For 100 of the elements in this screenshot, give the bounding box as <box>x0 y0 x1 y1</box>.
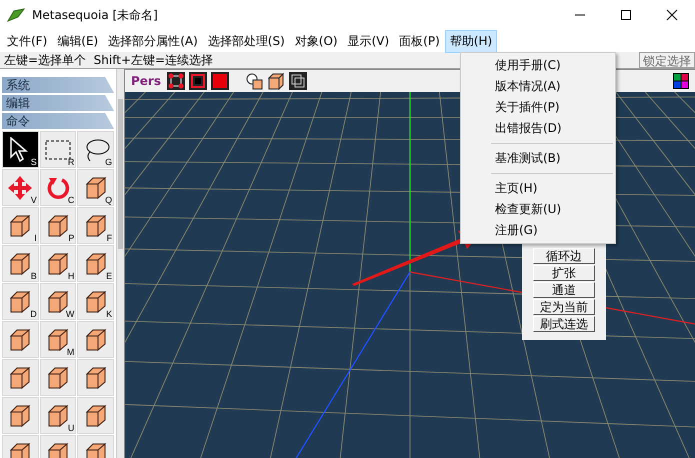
menu-item[interactable]: 使用手册(C) <box>461 55 615 76</box>
menu-item[interactable]: 选择部分属性(A) <box>103 30 203 52</box>
vertex-frame-icon[interactable] <box>167 72 185 90</box>
command-button[interactable]: 通道 <box>533 282 595 298</box>
menu-item[interactable]: 面板(P) <box>394 30 445 52</box>
shapes-icon[interactable] <box>245 72 263 90</box>
tool-button[interactable] <box>2 359 39 396</box>
menu-item[interactable]: 显示(V) <box>342 30 394 52</box>
section-header[interactable]: 编辑 <box>2 95 114 111</box>
menu-item[interactable]: 基准测试(B) <box>461 148 615 169</box>
hint-text: 左键=选择单个 Shift+左键=连续选择 <box>3 52 214 68</box>
cube-icon[interactable] <box>267 72 285 90</box>
section-header[interactable]: 系统 <box>2 77 114 93</box>
tool-button[interactable]: B <box>2 245 39 282</box>
tool-button[interactable]: H <box>40 245 76 282</box>
menu-item[interactable]: 对象(O) <box>290 30 343 52</box>
dashed-rectangle-icon <box>45 140 72 160</box>
shortcut-key: D <box>30 309 37 319</box>
shortcut-key: F <box>106 233 112 243</box>
shortcut-key: U <box>68 423 74 433</box>
block-icon <box>8 442 32 458</box>
maximize-icon <box>620 9 632 21</box>
tool-button[interactable] <box>2 397 39 434</box>
tool-button[interactable]: K <box>77 283 114 320</box>
shortcut-key: Q <box>105 195 112 205</box>
menu-item[interactable]: 出错报告(D) <box>461 118 615 139</box>
leaf-icon <box>6 7 26 23</box>
block-icon <box>8 328 32 350</box>
tool-button[interactable]: W <box>40 283 76 320</box>
tool-button[interactable]: C <box>40 169 76 206</box>
edge-frame-icon[interactable] <box>189 72 207 90</box>
close-icon <box>666 9 678 21</box>
tool-button[interactable]: P <box>40 207 76 244</box>
block-icon <box>46 328 70 350</box>
menu-item[interactable]: 注册(G) <box>461 220 615 241</box>
menu-item[interactable]: 帮助(H) <box>444 30 498 52</box>
block-icon <box>8 214 32 236</box>
menu-item[interactable]: 版本情况(A) <box>461 76 615 97</box>
block-icon <box>84 214 108 236</box>
tool-button[interactable]: U <box>40 397 76 434</box>
tool-button[interactable]: G <box>77 131 114 168</box>
tool-button[interactable]: Q <box>77 169 114 206</box>
block-icon <box>84 442 108 458</box>
tool-button[interactable]: D <box>2 283 39 320</box>
face-icon[interactable] <box>211 72 229 90</box>
shortcut-key: E <box>106 271 112 281</box>
tool-button[interactable] <box>77 397 114 434</box>
block-icon <box>8 252 32 274</box>
block-icon <box>84 290 108 312</box>
layers-icon[interactable] <box>289 72 307 90</box>
scrollbar[interactable] <box>116 69 124 458</box>
block-icon <box>84 176 108 198</box>
shortcut-key: P <box>68 233 74 243</box>
shortcut-key: W <box>66 309 74 319</box>
shortcut-key: S <box>30 157 37 167</box>
command-button[interactable]: 定为当前 <box>533 299 595 315</box>
shortcut-key: C <box>68 195 74 205</box>
tool-button[interactable] <box>77 359 114 396</box>
block-icon <box>46 252 70 274</box>
menu-item[interactable]: 主页(H) <box>461 178 615 199</box>
menu-item[interactable]: 选择部处理(S) <box>202 30 290 52</box>
command-button[interactable]: 扩张 <box>533 265 595 281</box>
section-header[interactable]: 命令 <box>2 113 114 129</box>
shortcut-key: G <box>105 157 112 167</box>
block-icon <box>84 366 108 388</box>
tool-button[interactable] <box>40 359 76 396</box>
block-icon <box>84 252 108 274</box>
block-icon <box>46 214 70 236</box>
tool-button[interactable]: V <box>2 169 39 206</box>
block-icon <box>46 442 70 458</box>
tool-button[interactable]: M <box>40 321 76 358</box>
tool-button[interactable] <box>2 321 39 358</box>
tool-button[interactable]: I <box>2 207 39 244</box>
menu-item[interactable]: 文件(F) <box>2 30 52 52</box>
shortcut-key: M <box>66 347 74 357</box>
command-button[interactable]: 刷式连选 <box>533 316 595 332</box>
window-title: Metasequoia [未命名] <box>32 6 158 24</box>
menu-item[interactable]: 关于插件(P) <box>461 97 615 118</box>
menu-item[interactable]: 检查更新(U) <box>461 199 615 220</box>
tool-button[interactable]: F <box>77 207 114 244</box>
block-icon <box>46 404 70 426</box>
shortcut-key: V <box>30 195 37 205</box>
tool-button[interactable]: S <box>2 131 39 168</box>
block-icon <box>46 366 70 388</box>
block-icon <box>84 328 108 350</box>
view-mode-label[interactable]: Pers <box>131 74 161 88</box>
block-icon <box>8 366 32 388</box>
block-icon <box>8 404 32 426</box>
shortcut-key: I <box>34 233 37 243</box>
lock-selection-button[interactable]: 锁定选择 <box>639 52 695 68</box>
tool-button[interactable]: E <box>77 245 114 282</box>
shortcut-key: H <box>68 271 74 281</box>
menu-item[interactable]: 编辑(E) <box>52 30 104 52</box>
shortcut-key: B <box>30 271 37 281</box>
tool-button[interactable] <box>77 321 114 358</box>
block-icon <box>46 290 70 312</box>
block-icon <box>84 404 108 426</box>
command-button[interactable]: 循环边 <box>533 248 595 264</box>
block-icon <box>8 290 32 312</box>
color-grid-icon[interactable] <box>673 73 689 89</box>
